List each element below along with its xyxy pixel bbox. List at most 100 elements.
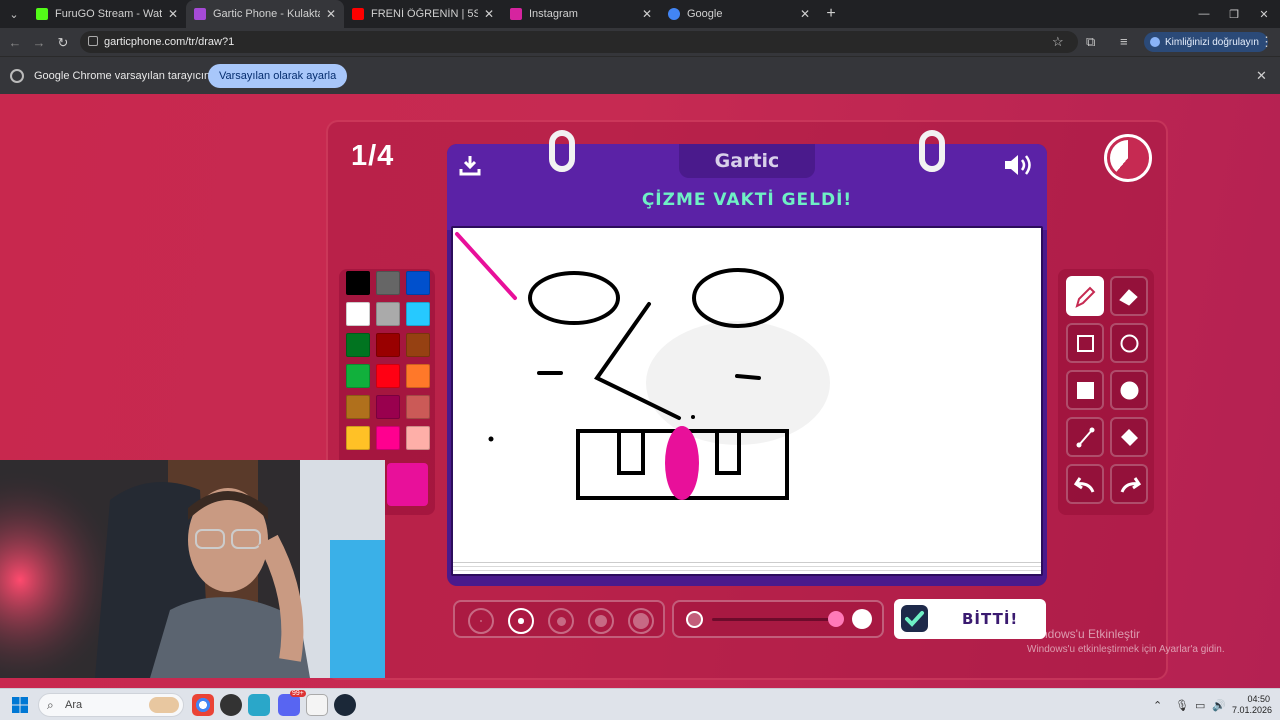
bookmark-star-icon[interactable]: ☆ — [1052, 34, 1064, 50]
draw-time-heading: ÇİZME VAKTİ GELDİ! — [641, 190, 853, 210]
notebook-page-edge — [453, 562, 1041, 574]
tab-close-icon[interactable]: ✕ — [326, 7, 336, 21]
brush-size-selector — [453, 600, 665, 638]
drawing-notebook: Gartic ÇİZME VAKTİ GELDİ! — [447, 130, 1047, 586]
google-icon — [668, 8, 680, 20]
infobar-close-icon[interactable]: ✕ — [1256, 68, 1267, 84]
color-swatch[interactable] — [406, 426, 430, 450]
taskbar-search[interactable]: ⌕ Ara — [38, 693, 184, 717]
discord-taskbar-icon[interactable]: 99+ — [278, 690, 306, 716]
new-tab-button[interactable]: + — [818, 5, 844, 23]
tab-close-icon[interactable]: ✕ — [800, 7, 810, 21]
brush-size-dot — [633, 613, 649, 629]
clock-time: 04:50 — [1247, 694, 1270, 704]
color-swatch[interactable] — [376, 426, 400, 450]
line-tool-button[interactable] — [1066, 417, 1104, 457]
file-taskbar-icon[interactable] — [306, 694, 328, 716]
color-swatch[interactable] — [406, 302, 430, 326]
opacity-max-icon — [852, 609, 872, 629]
color-swatch[interactable] — [406, 333, 430, 357]
drawing-canvas[interactable] — [451, 226, 1043, 576]
brush-size-button[interactable] — [548, 608, 574, 634]
app-taskbar-icon[interactable] — [220, 694, 242, 716]
redo-tool-button[interactable] — [1110, 464, 1148, 504]
color-swatch[interactable] — [376, 395, 400, 419]
pen-tool-button[interactable] — [1066, 276, 1104, 316]
back-button[interactable]: ← — [2, 35, 28, 50]
color-swatch[interactable] — [376, 364, 400, 388]
tab-close-icon[interactable]: ✕ — [642, 7, 652, 21]
tab-kick[interactable]: FuruGO Stream - Watch Live o ✕ — [28, 0, 186, 28]
rectangle-fill-tool-button[interactable] — [1066, 370, 1104, 410]
microphone-icon[interactable]: 🎙 — [1175, 699, 1189, 712]
clock-date: 7.01.2026 — [1232, 705, 1273, 715]
url-text: garticphone.com/tr/draw?1 — [104, 36, 235, 48]
color-swatch[interactable] — [406, 395, 430, 419]
color-swatch[interactable] — [346, 271, 370, 295]
browser-toolbar: ← → ↻ garticphone.com/tr/draw?1 ☆ ⧉ ≡ Ki… — [0, 28, 1280, 56]
brush-size-button[interactable] — [628, 608, 654, 634]
network-icon[interactable]: ▭ — [1195, 699, 1205, 712]
tab-google[interactable]: Google ✕ — [660, 0, 818, 28]
chevron-up-icon[interactable]: ⌃ — [1153, 699, 1162, 712]
ellipse-outline-tool-button[interactable] — [1110, 323, 1148, 363]
eraser-tool-button[interactable] — [1110, 276, 1148, 316]
restore-button[interactable]: ❐ — [1218, 0, 1250, 28]
timer-progress — [1110, 140, 1146, 176]
search-placeholder: Ara — [65, 699, 83, 711]
tab-close-icon[interactable]: ✕ — [168, 7, 178, 21]
taskbar-clock[interactable]: 04:50 7.01.2026 — [1232, 694, 1273, 716]
tab-title: Instagram — [529, 8, 578, 20]
kick-icon — [36, 8, 48, 20]
settings-taskbar-icon[interactable] — [248, 694, 270, 716]
download-icon[interactable] — [459, 154, 481, 176]
fill-bucket-tool-button[interactable] — [1110, 417, 1148, 457]
media-controls-icon[interactable]: ≡ — [1120, 34, 1128, 49]
brush-size-button[interactable] — [508, 608, 534, 634]
minimize-button[interactable]: — — [1188, 0, 1220, 28]
tab-gartic[interactable]: Gartic Phone - Kulaktan Kulağa ✕ — [186, 0, 344, 28]
brush-size-button[interactable] — [588, 608, 614, 634]
steam-taskbar-icon[interactable] — [334, 694, 356, 716]
done-button[interactable]: BİTTİ! — [894, 599, 1046, 639]
tab-search-chevron-icon[interactable]: ⌄ — [0, 0, 28, 28]
color-swatch[interactable] — [376, 271, 400, 295]
opacity-slider[interactable] — [672, 600, 884, 638]
brush-size-dot — [556, 616, 566, 626]
color-swatch[interactable] — [406, 271, 430, 295]
menu-kebab-icon[interactable]: ⋮ — [1260, 34, 1273, 50]
color-swatch[interactable] — [346, 364, 370, 388]
reload-button[interactable]: ↻ — [50, 35, 76, 51]
set-default-button[interactable]: Varsayılan olarak ayarla — [208, 64, 348, 88]
dot-mark — [691, 415, 695, 419]
color-swatch[interactable] — [376, 302, 400, 326]
color-swatch[interactable] — [346, 395, 370, 419]
color-swatch[interactable] — [376, 333, 400, 357]
forward-button[interactable]: → — [26, 35, 52, 50]
volume-tray-icon[interactable]: 🔊 — [1212, 699, 1226, 712]
rectangle-outline-tool-button[interactable] — [1066, 323, 1104, 363]
volume-icon[interactable] — [1003, 152, 1035, 178]
tab-instagram[interactable]: Instagram ✕ — [502, 0, 660, 28]
profile-button[interactable]: Kimliğinizi doğrulayın — [1144, 32, 1268, 52]
address-bar[interactable]: garticphone.com/tr/draw?1 — [80, 31, 1078, 53]
color-swatch[interactable] — [346, 426, 370, 450]
color-swatch[interactable] — [346, 302, 370, 326]
tooth-rectangle — [617, 429, 645, 475]
ellipse-fill-tool-icon — [1120, 381, 1138, 399]
undo-tool-button[interactable] — [1066, 464, 1104, 504]
close-window-button[interactable]: ✕ — [1248, 0, 1280, 28]
site-info-icon[interactable] — [88, 36, 98, 46]
slider-thumb[interactable] — [828, 611, 844, 627]
extensions-icon[interactable]: ⧉ — [1086, 34, 1095, 50]
color-swatch[interactable] — [406, 364, 430, 388]
tab-close-icon[interactable]: ✕ — [484, 7, 494, 21]
ellipse-fill-tool-button[interactable] — [1110, 370, 1148, 410]
brush-size-button[interactable] — [468, 608, 494, 634]
windows-start-icon[interactable] — [12, 697, 28, 713]
chrome-taskbar-icon[interactable] — [192, 694, 214, 716]
right-eye-shape — [692, 268, 784, 328]
tongue-shape — [665, 426, 699, 500]
tab-youtube[interactable]: FRENİ ÖĞRENİN | 5Sriders | Mo ✕ — [344, 0, 502, 28]
color-swatch[interactable] — [346, 333, 370, 357]
